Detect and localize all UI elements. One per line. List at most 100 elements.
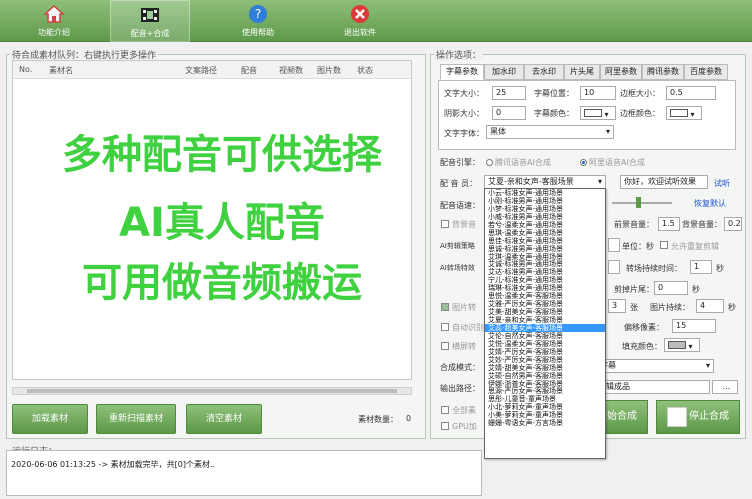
voice-option[interactable]: 艾蕊-超美女声-客服场景 — [485, 323, 605, 332]
tab-tencent[interactable]: 腾讯参数 — [642, 64, 684, 80]
rescan-material-button[interactable]: 重新扫描素材 — [96, 404, 176, 434]
gpu-checkbox[interactable] — [441, 422, 449, 430]
voice-option[interactable]: 艾夏-亲和女声-客服场景 — [485, 316, 605, 324]
voice-select[interactable]: 艾夏-亲和女声-客服场景 ▾ — [484, 175, 606, 189]
radio-icon — [580, 159, 587, 166]
voice-option[interactable]: 艾硕-自然男声-客服场景 — [485, 372, 605, 380]
voice-label: 配 音 员： — [440, 179, 478, 188]
horizontal-checkbox[interactable] — [441, 342, 449, 350]
tab-ali[interactable]: 阿里参数 — [600, 64, 642, 80]
voice-option[interactable]: 艾伦-自然女声-客服场景 — [485, 332, 605, 340]
image-duration-unit: 秒 — [728, 303, 736, 312]
voice-option[interactable]: 小威-标准男声-通用场景 — [485, 213, 605, 221]
col-status[interactable]: 状态 — [357, 65, 373, 76]
auto-detect-checkbox[interactable] — [441, 323, 449, 331]
col-video-count[interactable]: 视频数 — [279, 65, 303, 76]
toolbar-intro-button[interactable]: 功能介绍 — [14, 0, 94, 42]
speed-slider-track[interactable] — [612, 202, 672, 204]
stop-synthesis-button[interactable]: 停止合成 — [656, 400, 740, 434]
image-duration-input[interactable]: 4 — [696, 299, 724, 313]
bg-volume-input[interactable]: 0.2 — [724, 217, 742, 231]
image-checkbox[interactable] — [441, 303, 449, 311]
col-image-count[interactable]: 图片数 — [317, 65, 341, 76]
voice-option[interactable]: 艾雅-严厉女声-客服场景 — [485, 300, 605, 308]
font-size-input[interactable]: 25 — [492, 86, 526, 100]
browse-button[interactable]: ... — [712, 380, 738, 394]
transition-time-input[interactable]: 1 — [690, 260, 712, 274]
col-text-path[interactable]: 文案路径 — [185, 65, 217, 76]
voice-option[interactable]: 小美-萝莉女声-童声场景 — [485, 411, 605, 419]
border-color-picker[interactable]: ▾ — [666, 106, 702, 120]
subtitle-position-input[interactable]: 10 — [580, 86, 616, 100]
all-material-label: 全部素 — [452, 406, 476, 415]
engine-tencent-radio[interactable]: 腾讯语音AI合成 — [486, 157, 551, 168]
tab-baidu[interactable]: 百度参数 — [684, 64, 728, 80]
font-family-select[interactable]: 黑体 ▾ — [486, 125, 614, 139]
voice-option[interactable]: 艾美-甜美女声-客服场景 — [485, 308, 605, 316]
shadow-input[interactable]: 0 — [492, 106, 526, 120]
speed-label: 配音语速： — [440, 201, 480, 210]
toolbar-dub-button[interactable]: 配音+合成 — [110, 0, 190, 42]
help-icon: ? — [249, 5, 267, 23]
toolbar-exit-button[interactable]: 退出软件 — [320, 0, 400, 42]
toolbar-exit-label: 退出软件 — [344, 28, 376, 37]
image-count-input[interactable]: 3 — [608, 299, 626, 313]
border-size-input[interactable]: 0.5 — [666, 86, 716, 100]
restore-default-link[interactable]: 恢复默认 — [694, 198, 726, 209]
preview-text-input[interactable]: 你好，欢迎试听效果 — [620, 175, 708, 189]
toolbar-help-button[interactable]: ? 使用帮助 — [218, 0, 298, 42]
horizontal-label: 横屏转 — [452, 342, 476, 351]
tab-remove-watermark[interactable]: 去水印 — [524, 64, 564, 80]
fg-volume-input[interactable]: 1.5 — [658, 217, 680, 231]
col-dub[interactable]: 配音 — [241, 65, 257, 76]
mode-label: 合成模式： — [440, 363, 480, 372]
voice-dropdown-list[interactable]: 小云-标准女声-通用场景 小刚-标准男声-通用场景 小梦-标准女声-通用场景 小威-标… — [484, 188, 606, 459]
voice-option[interactable]: 艾婧-严厉女声-客服场景 — [485, 348, 605, 356]
voice-option[interactable]: 小云-标准女声-通用场景 — [485, 189, 605, 197]
film-icon — [141, 8, 159, 22]
voice-option[interactable]: 艾妙-严厉女声-客服场景 — [485, 356, 605, 364]
voice-option[interactable]: 艾悦-温柔女声-客服场景 — [485, 340, 605, 348]
log-entry: 2020-06-06 01:13:25 -> 素材加载完毕，共[0]个素材.. — [11, 460, 216, 469]
output-label: 输出路径： — [440, 384, 480, 393]
ai-strategy-label: AI剪辑策略 — [440, 242, 475, 250]
voice-option[interactable]: 艾婧-甜美女声-客服场景 — [485, 364, 605, 372]
voice-option[interactable]: 思诚-标准男声-通用场景 — [485, 245, 605, 253]
col-no[interactable]: No. — [19, 65, 32, 74]
font-size-label: 文字大小： — [444, 89, 484, 98]
radio-icon — [486, 159, 493, 166]
load-material-button[interactable]: 加载素材 — [12, 404, 88, 434]
engine-ali-radio[interactable]: 阿里语音AI合成 — [580, 157, 645, 168]
clear-material-button[interactable]: 清空素材 — [186, 404, 262, 434]
overlay-line-3: 可用做音频搬运 — [82, 260, 362, 306]
tab-subtitle[interactable]: 字幕参数 — [440, 64, 484, 80]
speed-slider-thumb[interactable] — [636, 197, 641, 208]
allow-repeat-checkbox[interactable] — [660, 241, 668, 249]
voice-option[interactable]: 小刚-标准男声-通用场景 — [485, 197, 605, 205]
ai-transition-label: AI转场特效 — [440, 264, 475, 272]
voice-option[interactable]: 思琪-温柔女声-通用场景 — [485, 229, 605, 237]
voice-option[interactable]: 瑞琳-标准女声-通用场景 — [485, 284, 605, 292]
subtitle-color-label: 字幕颜色： — [534, 109, 574, 118]
voice-option[interactable]: 姗姗-粤语女声-方言场景 — [485, 419, 605, 427]
voice-option[interactable]: 小梦-标准女声-通用场景 — [485, 205, 605, 213]
voice-option[interactable]: 若兮-温柔女声-通用场景 — [485, 221, 605, 229]
cut-tail-input[interactable]: 0 — [654, 281, 688, 295]
bg-music-checkbox[interactable] — [441, 220, 449, 228]
top-toolbar: 功能介绍 配音+合成 ? 使用帮助 退出软件 — [0, 0, 752, 42]
offset-input[interactable]: 15 — [672, 319, 716, 333]
preview-link[interactable]: 试听 — [714, 178, 730, 189]
font-family-value: 黑体 — [490, 127, 506, 136]
voice-option[interactable]: 思佳-标准女声-通用场景 — [485, 237, 605, 245]
ai-transition-select[interactable] — [608, 260, 620, 274]
subtitle-color-picker[interactable]: ▾ — [580, 106, 616, 120]
col-name[interactable]: 素材名 — [49, 65, 73, 76]
all-material-checkbox[interactable] — [441, 406, 449, 414]
tab-watermark[interactable]: 加水印 — [484, 64, 524, 80]
fill-color-picker[interactable]: ▾ — [664, 338, 700, 352]
tab-intro-outro[interactable]: 片头尾 — [564, 64, 600, 80]
voice-option[interactable]: 思悦-温柔女声-客服场景 — [485, 292, 605, 300]
scrollbar-thumb[interactable] — [27, 389, 397, 393]
queue-horizontal-scrollbar[interactable] — [12, 387, 412, 395]
ai-strategy-select[interactable] — [608, 238, 620, 252]
